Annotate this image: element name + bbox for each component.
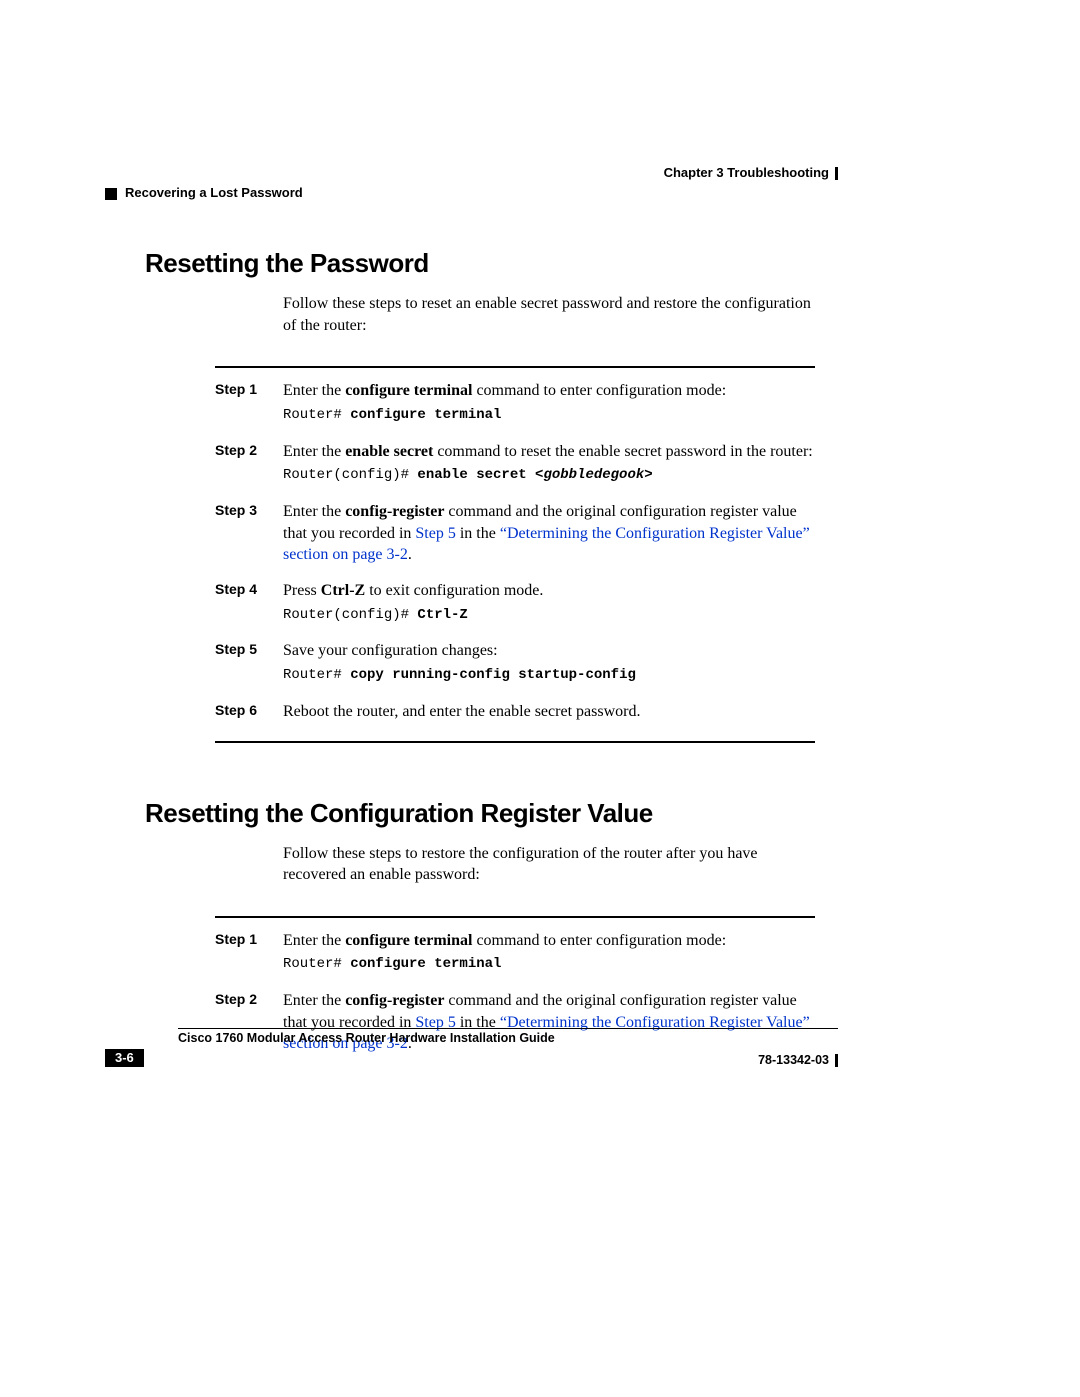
code-line: Router# configure terminal	[283, 406, 815, 425]
footer-row: 3-6 78-13342-03	[105, 1049, 838, 1067]
step-row: Step 5 Save your configuration changes: …	[215, 640, 815, 690]
section2-intro: Follow these steps to restore the config…	[283, 843, 815, 886]
step-label: Step 3	[215, 501, 283, 570]
step-body: Enter the config-register command and th…	[283, 501, 815, 570]
section2-title: Resetting the Configuration Register Val…	[145, 798, 815, 829]
chapter-header: Chapter 3 Troubleshooting	[664, 165, 838, 180]
code-line: Router# copy running-config startup-conf…	[283, 666, 815, 685]
step-label: Step 5	[215, 640, 283, 690]
step-body: Press Ctrl-Z to exit configuration mode.…	[283, 580, 815, 630]
step-row: Step 1 Enter the configure terminal comm…	[215, 930, 815, 980]
document-number: 78-13342-03	[758, 1053, 838, 1067]
cross-ref-link[interactable]: Step 5	[415, 525, 455, 542]
subheader-text: Recovering a Lost Password	[125, 185, 303, 200]
step-body: Save your configuration changes: Router#…	[283, 640, 815, 690]
code-line: Router(config)# Ctrl-Z	[283, 606, 815, 625]
step-body: Enter the configure terminal command to …	[283, 930, 815, 980]
step-label: Step 6	[215, 701, 283, 727]
content-area: Resetting the Password Follow these step…	[145, 248, 815, 1073]
page: Chapter 3 Troubleshooting Recovering a L…	[0, 0, 1080, 1397]
step-row: Step 6 Reboot the router, and enter the …	[215, 701, 815, 727]
page-number: 3-6	[105, 1049, 144, 1067]
header-bar-icon	[835, 167, 838, 180]
square-bullet-icon	[105, 188, 117, 200]
step-row: Step 1 Enter the configure terminal comm…	[215, 380, 815, 430]
section1-title: Resetting the Password	[145, 248, 815, 279]
footer-bar-icon	[835, 1054, 838, 1067]
step-row: Step 4 Press Ctrl-Z to exit configuratio…	[215, 580, 815, 630]
step-label: Step 1	[215, 930, 283, 980]
footer-guide-title: Cisco 1760 Modular Access Router Hardwar…	[178, 1028, 838, 1045]
chapter-label: Chapter 3 Troubleshooting	[664, 165, 829, 180]
section1-intro: Follow these steps to reset an enable se…	[283, 293, 815, 336]
step-row: Step 3 Enter the config-register command…	[215, 501, 815, 570]
code-line: Router(config)# enable secret <gobbledeg…	[283, 466, 815, 485]
step-body: Enter the enable secret command to reset…	[283, 441, 815, 491]
step-label: Step 1	[215, 380, 283, 430]
step-label: Step 2	[215, 441, 283, 491]
step-row: Step 2 Enter the enable secret command t…	[215, 441, 815, 491]
step-body: Reboot the router, and enter the enable …	[283, 701, 815, 727]
step-label: Step 4	[215, 580, 283, 630]
subheader: Recovering a Lost Password	[105, 185, 303, 200]
code-line: Router# configure terminal	[283, 955, 815, 974]
section1-steps: Step 1 Enter the configure terminal comm…	[215, 366, 815, 742]
step-body: Enter the configure terminal command to …	[283, 380, 815, 430]
